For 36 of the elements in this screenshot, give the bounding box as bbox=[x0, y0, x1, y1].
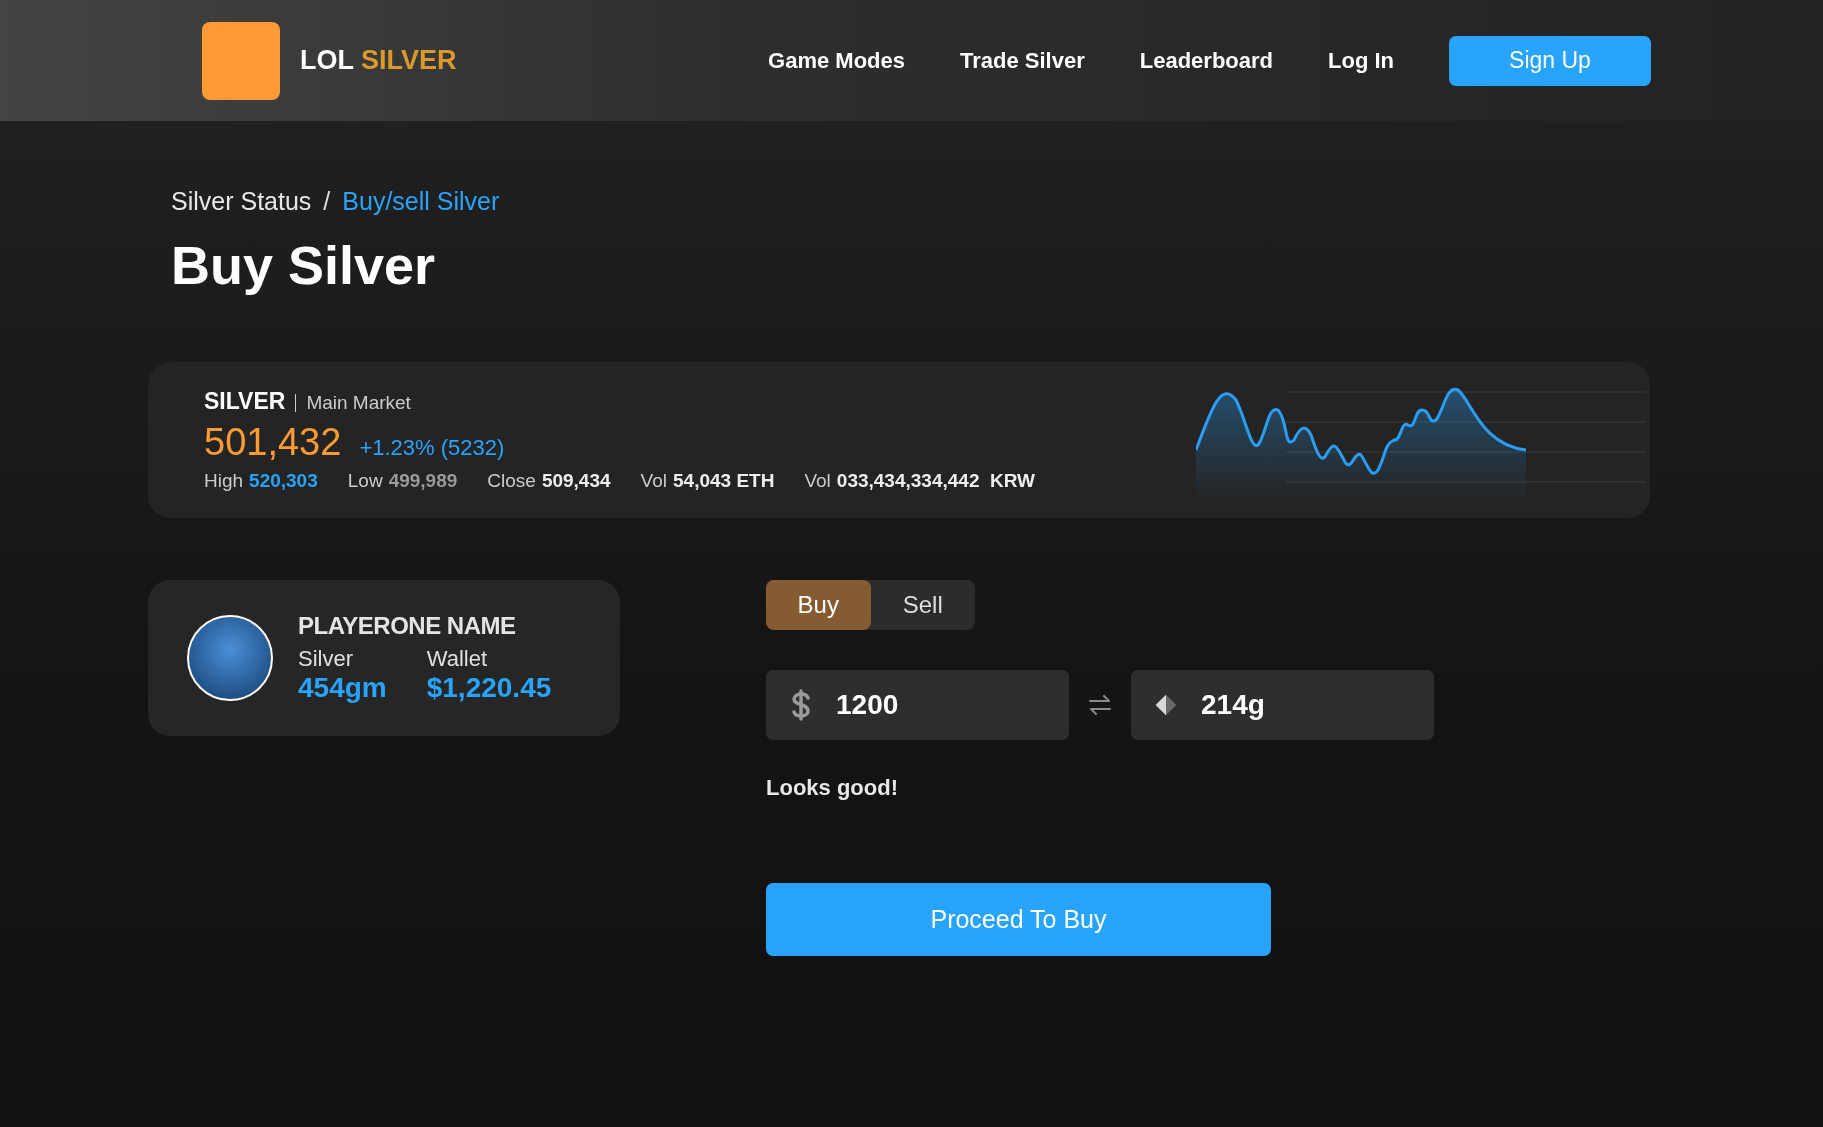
stat-label: Vol bbox=[804, 470, 831, 492]
stat-label: High bbox=[204, 470, 244, 492]
balance-label: Silver bbox=[298, 646, 354, 672]
dollar-icon bbox=[790, 689, 812, 721]
breadcrumb-link[interactable]: Buy/sell Silver bbox=[342, 187, 500, 216]
nav-link[interactable]: Log In bbox=[1328, 47, 1394, 74]
stat-value: 54,043 ETH bbox=[673, 470, 775, 492]
logo-text[interactable]: LOL SILVER bbox=[300, 45, 457, 76]
market-symbol: SILVER bbox=[204, 388, 286, 415]
logo-icon[interactable] bbox=[202, 21, 280, 100]
amount-field[interactable]: 1200 bbox=[766, 670, 1069, 740]
market-name: Main Market bbox=[295, 394, 411, 412]
tab[interactable]: Buy bbox=[766, 580, 871, 630]
breadcrumb-link[interactable]: Silver Status bbox=[171, 187, 312, 216]
nav-link[interactable]: Leaderboard bbox=[1139, 47, 1273, 74]
swap-arrows-icon[interactable] bbox=[1088, 695, 1112, 715]
page-title: Buy Silver bbox=[171, 234, 437, 296]
stat-value: 520,303 bbox=[249, 470, 318, 492]
tab[interactable]: Sell bbox=[870, 580, 975, 630]
price-change: +1.23% (5232) bbox=[359, 435, 505, 461]
nav-link[interactable]: Trade Silver bbox=[960, 47, 1085, 74]
price: 501,432 bbox=[204, 421, 342, 464]
balance-value: $1,220.45 bbox=[426, 672, 552, 704]
player-name: PLAYERONE NAME bbox=[298, 612, 517, 640]
balance-label: Wallet bbox=[426, 646, 489, 672]
stat-value: 509,434 bbox=[541, 470, 611, 492]
stat-value: 033,434,334,442 KRW bbox=[836, 470, 1036, 492]
stat-label: Vol bbox=[640, 470, 667, 492]
stat-value: 499,989 bbox=[388, 470, 458, 492]
breadcrumb-separator: / bbox=[323, 187, 331, 216]
amount-field[interactable]: 214g bbox=[1131, 670, 1434, 740]
nav-link[interactable]: Game Modes bbox=[768, 47, 905, 74]
status-message: Looks good! bbox=[766, 775, 898, 801]
balance-value: 454gm bbox=[298, 672, 387, 704]
stat-label: Low bbox=[347, 470, 383, 492]
stat-label: Close bbox=[487, 470, 536, 492]
